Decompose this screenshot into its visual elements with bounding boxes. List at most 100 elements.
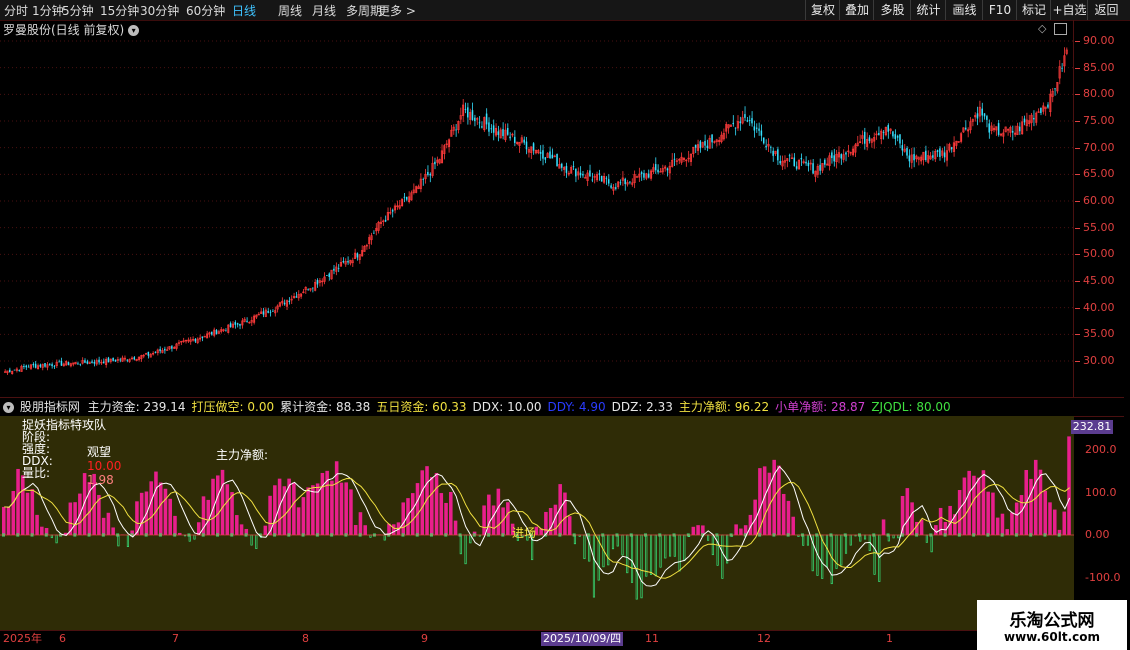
- candle: [483, 116, 486, 132]
- price-tick: 40.00: [1083, 300, 1115, 314]
- diamond-icon[interactable]: ◇: [1038, 22, 1046, 35]
- indicator-item-6: DDZ: 2.33: [611, 400, 673, 414]
- flow-bar: [678, 534, 681, 572]
- candle: [497, 125, 500, 142]
- candle: [41, 363, 44, 371]
- collapse-icon[interactable]: ▾: [3, 402, 14, 413]
- period-tab-2[interactable]: 5分钟: [62, 2, 94, 19]
- flow-bar: [635, 534, 638, 600]
- candle: [706, 139, 709, 152]
- indicator-item-7: 主力净额: 96.22: [678, 400, 770, 414]
- candle: [873, 132, 876, 149]
- flow-bar: [464, 534, 467, 565]
- candle: [225, 328, 227, 332]
- toolbar-button-4[interactable]: 画线: [945, 0, 983, 20]
- flow-bar: [654, 534, 657, 577]
- price-axis[interactable]: 90.00 85.00 80.00 75.00 70.00 65.00 60.00 55.00…: [1075, 34, 1125, 630]
- flow-bar: [588, 534, 591, 562]
- candle: [285, 299, 289, 311]
- candle: [361, 245, 364, 257]
- period-tab-0[interactable]: 分时: [4, 2, 28, 19]
- candle: [48, 363, 51, 366]
- candle: [8, 367, 11, 373]
- indicator-name[interactable]: 股朋指标网: [20, 400, 80, 414]
- candle: [657, 164, 659, 175]
- panel-toggle-icon[interactable]: [1054, 23, 1067, 35]
- period-tab-5[interactable]: 60分钟: [186, 2, 225, 19]
- period-tab-6[interactable]: 日线: [232, 2, 256, 19]
- candle: [318, 278, 321, 287]
- toolbar-button-1[interactable]: 叠加: [839, 0, 874, 20]
- flow-bar: [683, 534, 686, 562]
- candlestick-chart[interactable]: [0, 36, 1074, 396]
- flow-bar: [739, 528, 743, 535]
- flow-bar: [491, 505, 496, 535]
- flow-bar: [139, 492, 144, 535]
- period-tab-9[interactable]: 多周期: [346, 2, 382, 19]
- toolbar-button-5[interactable]: F10: [982, 0, 1017, 20]
- candle: [379, 216, 382, 228]
- period-tab-1[interactable]: 1分钟: [32, 2, 64, 19]
- candle: [722, 128, 725, 141]
- indicator-info-bar: ▾ 股朋指标网 主力资金: 239.14 打压做空: 0.00 累计资金: 88.3…: [0, 397, 1124, 417]
- flow-bar: [1000, 513, 1005, 535]
- candle: [1025, 112, 1028, 132]
- candle: [617, 181, 620, 190]
- period-tab-8[interactable]: 月线: [312, 2, 336, 19]
- candle: [95, 358, 98, 366]
- candle: [156, 348, 159, 356]
- flow-bar: [430, 477, 434, 535]
- candle: [149, 352, 152, 358]
- candle: [992, 124, 995, 133]
- flow-bar: [802, 534, 805, 546]
- candle: [29, 363, 32, 370]
- candle: [974, 112, 977, 122]
- chevron-down-icon[interactable]: ▾: [128, 25, 140, 36]
- candle: [988, 119, 990, 139]
- period-tab-3[interactable]: 15分钟: [100, 2, 139, 19]
- candle: [443, 144, 446, 160]
- indicator-item-5: DDY: 4.90: [547, 400, 606, 414]
- period-tab-7[interactable]: 周线: [278, 2, 302, 19]
- candle: [645, 172, 648, 181]
- flow-bar: [976, 477, 981, 535]
- flow-bar: [626, 534, 629, 574]
- flow-bar: [878, 534, 881, 582]
- period-tab-4[interactable]: 30分钟: [140, 2, 179, 19]
- flow-bar: [881, 519, 886, 535]
- flow-bar: [849, 534, 852, 546]
- candle: [46, 362, 49, 371]
- candle: [767, 138, 770, 152]
- candle: [530, 146, 533, 160]
- candle: [499, 127, 502, 139]
- flow-bar: [930, 534, 933, 553]
- candle: [116, 356, 119, 364]
- candle: [494, 123, 498, 138]
- toolbar-button-6[interactable]: 标记: [1016, 0, 1051, 20]
- candle: [819, 158, 821, 175]
- indicator-item-1: 打压做空: 0.00: [191, 400, 275, 414]
- period-tab-10[interactable]: 更多 >: [378, 2, 416, 19]
- flow-bar: [154, 471, 158, 535]
- candle: [570, 165, 573, 174]
- flow-bar: [301, 497, 306, 535]
- candle: [205, 330, 209, 339]
- candle: [1013, 125, 1017, 137]
- period-toolbar: 分时 1分钟 5分钟 15分钟 30分钟 60分钟 日线 周线 月线 多周期 更多 > 复权 叠加 多股统…: [0, 0, 1130, 21]
- candle: [981, 102, 983, 123]
- net-amount-label: 主力净额:: [216, 448, 269, 462]
- flow-bar: [126, 534, 129, 547]
- candle: [220, 327, 223, 334]
- toolbar-button-3[interactable]: 统计: [910, 0, 946, 20]
- toolbar-button-7[interactable]: +自选: [1050, 0, 1088, 20]
- price-tick-mark: [1075, 41, 1080, 42]
- candle: [6, 370, 9, 376]
- toolbar-button-0[interactable]: 复权: [805, 0, 840, 20]
- toolbar-button-2[interactable]: 多股: [873, 0, 911, 20]
- date-axis[interactable]: 2025/10/09/四 2025年 6 7 8 9 11 12 1: [0, 630, 1074, 647]
- candle: [424, 168, 427, 184]
- flow-bar: [330, 480, 334, 535]
- toolbar-button-8[interactable]: 返回: [1087, 0, 1125, 20]
- flow-bar: [6, 507, 11, 535]
- candle: [58, 359, 60, 363]
